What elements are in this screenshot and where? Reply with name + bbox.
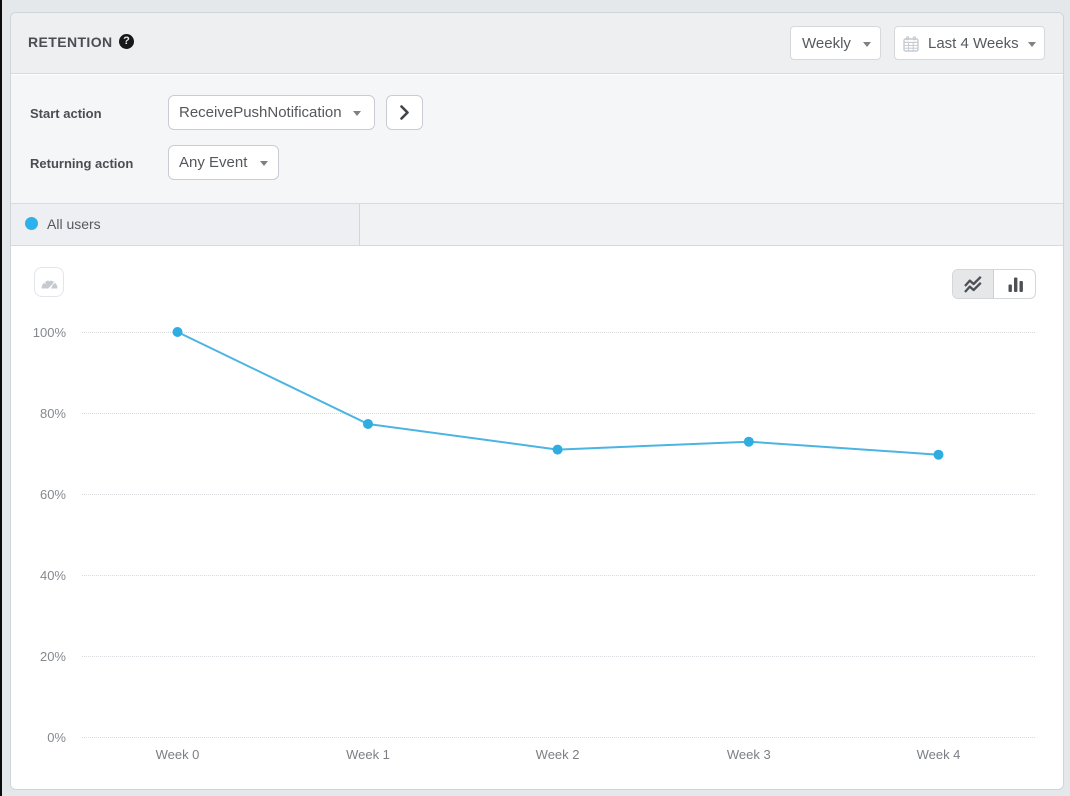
svg-text:40%: 40%: [40, 568, 66, 583]
svg-text:20%: 20%: [40, 649, 66, 664]
svg-text:Week 0: Week 0: [156, 747, 200, 762]
svg-text:Week 3: Week 3: [727, 747, 771, 762]
svg-text:Week 2: Week 2: [536, 747, 580, 762]
svg-text:Week 4: Week 4: [917, 747, 961, 762]
svg-text:100%: 100%: [33, 325, 67, 340]
svg-text:60%: 60%: [40, 487, 66, 502]
svg-text:80%: 80%: [40, 406, 66, 421]
svg-text:Week 1: Week 1: [346, 747, 390, 762]
svg-text:0%: 0%: [47, 730, 66, 745]
